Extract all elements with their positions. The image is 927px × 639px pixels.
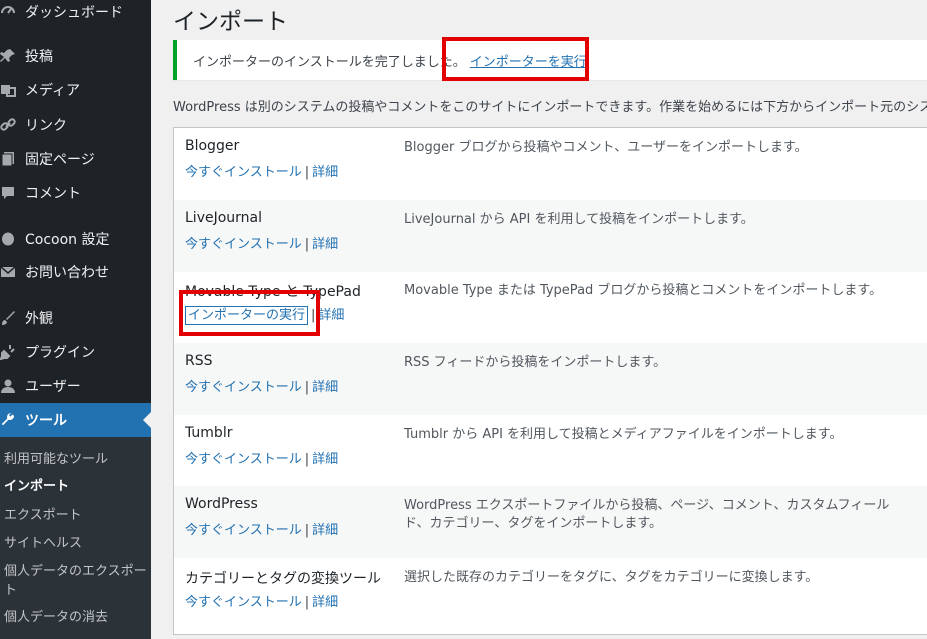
menu-tools[interactable]: ツール — [0, 403, 151, 437]
importer-row-tumblr: Tumblr 今すぐインストール | 詳細 Tumblr から API を利用して投… — [174, 415, 927, 487]
menu-pages[interactable]: 固定ページ — [0, 142, 151, 176]
importers-table: Blogger 今すぐインストール | 詳細 Blogger ブログから投稿やコメン… — [173, 127, 927, 635]
tools-submenu: 利用可能なツール インポート エクスポート サイトヘルス 個人データのエクスポー… — [0, 437, 151, 639]
link-separator: | — [304, 165, 310, 180]
media-icon — [0, 80, 18, 100]
details-link[interactable]: 詳細 — [312, 595, 338, 610]
dashboard-icon — [0, 2, 18, 22]
importer-name: Blogger — [185, 138, 240, 154]
plugin-icon — [0, 342, 18, 362]
wrench-icon — [0, 410, 18, 430]
details-link[interactable]: 詳細 — [312, 523, 338, 538]
details-link[interactable]: 詳細 — [312, 237, 338, 252]
menu-contact[interactable]: お問い合わせ — [0, 255, 151, 289]
link-icon — [0, 115, 18, 135]
install-now-link[interactable]: 今すぐインストール — [185, 165, 302, 180]
highlight-box — [179, 290, 320, 336]
menu-media[interactable]: メディア — [0, 73, 151, 107]
importer-row-wordpress: WordPress 今すぐインストール | 詳細 WordPress エクスポートフ… — [174, 486, 927, 558]
importer-description: Movable Type または TypePad ブログから投稿とコメントをイン… — [404, 283, 883, 298]
install-now-link[interactable]: 今すぐインストール — [185, 595, 302, 610]
importer-description: LiveJournal から API を利用して投稿をインポートします。 — [404, 212, 754, 227]
importer-name: WordPress — [185, 496, 258, 512]
details-link[interactable]: 詳細 — [312, 380, 338, 395]
menu-links[interactable]: リンク — [0, 108, 151, 142]
submenu-export-personal-data[interactable]: 個人データのエクスポート — [4, 562, 147, 600]
link-separator: | — [304, 595, 310, 610]
menu-users[interactable]: ユーザー — [0, 369, 151, 403]
mail-icon — [0, 262, 18, 282]
importer-row-category-tag-converter: カテゴリーとタグの変換ツール 今すぐインストール | 詳細 選択した既存のカテゴリー… — [174, 558, 927, 630]
intro-text: WordPress は別のシステムの投稿やコメントをこのサイトにインポートできま… — [173, 100, 927, 115]
importer-name: カテゴリーとタグの変換ツール — [185, 571, 381, 587]
main-content: インポート インポーターのインストールを完了しました。 インポーターを実行 Wo… — [151, 0, 927, 639]
importer-row-rss: RSS 今すぐインストール | 詳細 RSS フィードから投稿をインポートします。 — [174, 343, 927, 415]
submenu-site-health[interactable]: サイトヘルス — [4, 534, 147, 553]
page-title: インポート — [173, 9, 288, 35]
page-icon — [0, 149, 18, 169]
importer-row-blogger: Blogger 今すぐインストール | 詳細 Blogger ブログから投稿やコメン… — [174, 128, 927, 200]
link-separator: | — [304, 452, 310, 467]
link-separator: | — [304, 523, 310, 538]
notice-text: インポーターのインストールを完了しました。 — [193, 54, 466, 70]
details-link[interactable]: 詳細 — [318, 308, 344, 323]
admin-sidebar: ダッシュボード 投稿 メディア リンク 固定ページ コメント Cocoon 設定… — [0, 0, 151, 639]
importer-description: RSS フィードから投稿をインポートします。 — [404, 355, 667, 370]
link-separator: | — [304, 237, 310, 252]
cocoon-icon — [0, 229, 18, 249]
importer-description: 選択した既存のカテゴリーをタグに、タグをカテゴリーに変換します。 — [404, 570, 819, 585]
install-now-link[interactable]: 今すぐインストール — [185, 380, 302, 395]
install-now-link[interactable]: 今すぐインストール — [185, 452, 302, 467]
importer-name: Tumblr — [185, 425, 233, 441]
importer-description: Tumblr から API を利用して投稿とメディアファイルをインポートします。 — [404, 427, 843, 442]
menu-plugins[interactable]: プラグイン — [0, 335, 151, 369]
user-icon — [0, 376, 18, 396]
submenu-import[interactable]: インポート — [4, 477, 147, 496]
importer-description: WordPress エクスポートファイルから投稿、ページ、コメント、カスタムフィ… — [404, 498, 890, 531]
appearance-icon — [0, 308, 18, 328]
menu-comments[interactable]: コメント — [0, 176, 151, 210]
submenu-available-tools[interactable]: 利用可能なツール — [4, 450, 147, 469]
importer-description: Blogger ブログから投稿やコメント、ユーザーをインポートします。 — [404, 140, 808, 155]
menu-appearance[interactable]: 外観 — [0, 301, 151, 335]
pin-icon — [0, 46, 18, 66]
menu-cocoon-settings[interactable]: Cocoon 設定 — [0, 222, 151, 256]
link-separator: | — [304, 380, 310, 395]
menu-dashboard[interactable]: ダッシュボード — [0, 0, 151, 29]
importer-name: RSS — [185, 353, 213, 369]
details-link[interactable]: 詳細 — [312, 165, 338, 180]
importer-name: LiveJournal — [185, 210, 263, 226]
submenu-export[interactable]: エクスポート — [4, 506, 147, 525]
highlight-box — [442, 37, 589, 81]
install-now-link[interactable]: 今すぐインストール — [185, 237, 302, 252]
details-link[interactable]: 詳細 — [312, 452, 338, 467]
submenu-erase-personal-data[interactable]: 個人データの消去 — [4, 608, 147, 627]
menu-posts[interactable]: 投稿 — [0, 39, 151, 73]
comment-icon — [0, 183, 18, 203]
importer-row-livejournal: LiveJournal 今すぐインストール | 詳細 LiveJournal から … — [174, 200, 927, 272]
install-now-link[interactable]: 今すぐインストール — [185, 523, 302, 538]
